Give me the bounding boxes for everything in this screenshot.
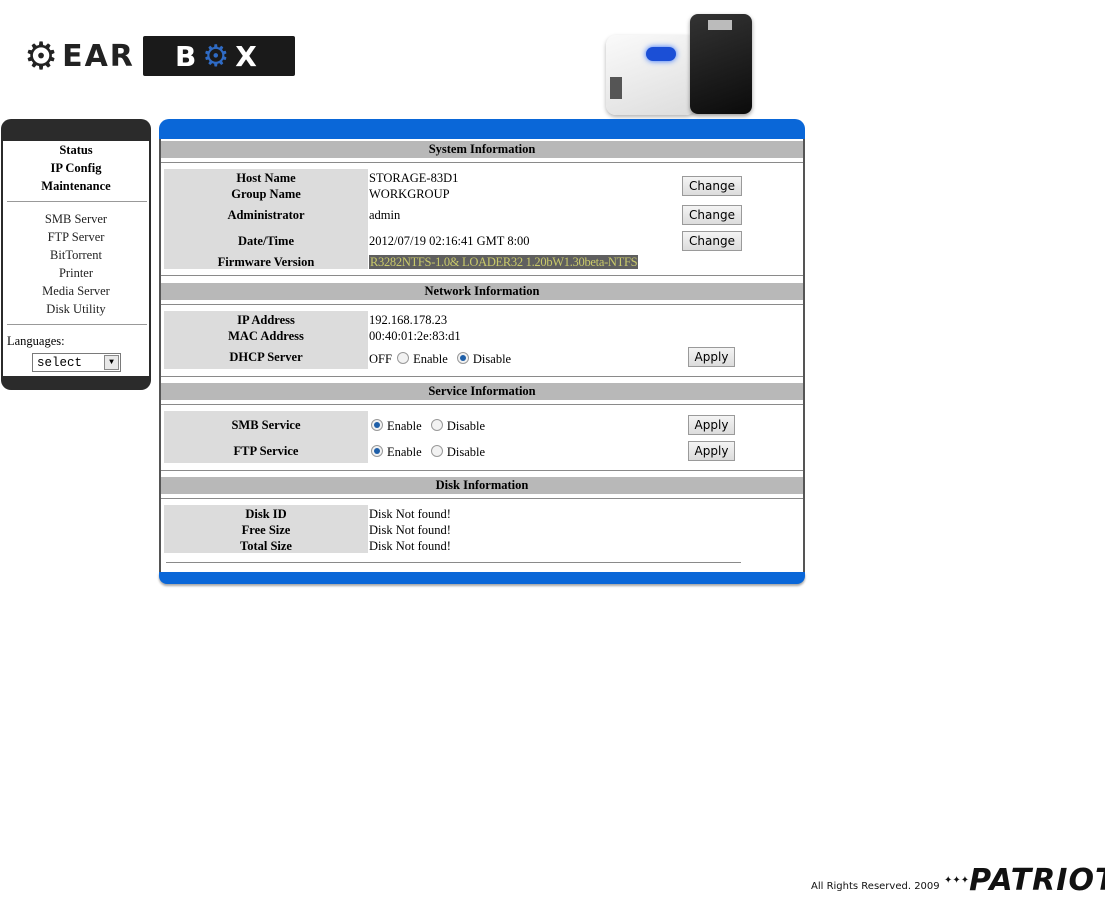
blue-gear-icon: ⚙ (202, 38, 236, 74)
language-select[interactable]: select ▼ (32, 353, 121, 372)
dhcp-disable-label: Disable (472, 352, 512, 366)
host-name-value: STORAGE-83D1 (369, 171, 459, 185)
ftp-disable-label: Disable (446, 445, 486, 459)
mac-address-value: 00:40:01:2e:83:d1 (369, 329, 461, 343)
sidebar-item-maintenance[interactable]: Maintenance (3, 178, 149, 194)
datetime-value: 2012/07/19 02:16:41 GMT 8:00 (369, 234, 530, 248)
patriot-brand-text: PATRIOT (969, 863, 1105, 898)
panel-header-bar (159, 119, 805, 139)
footer-divider (166, 562, 741, 563)
total-size-value: Disk Not found! (369, 539, 451, 553)
firmware-value-wrap: R3282NTFS-1.0& LOADER32 1.20bW1.30beta-N… (369, 254, 639, 270)
product-white-device (606, 35, 696, 115)
smb-enable-label: Enable (387, 419, 422, 433)
smb-enable-radio[interactable] (371, 419, 383, 431)
section-divider (161, 376, 803, 377)
section-divider (161, 275, 803, 276)
sidebar-item-disk-utility[interactable]: Disk Utility (3, 301, 149, 317)
administrator-value: admin (369, 208, 401, 222)
section-divider (161, 498, 803, 499)
sidebar-nav: Status IP Config Maintenance SMB Server … (1, 141, 151, 376)
sidebar-item-bittorrent[interactable]: BitTorrent (3, 247, 149, 263)
free-size-value: Disk Not found! (369, 523, 451, 537)
copyright-text: All Rights Reserved. 2009 (811, 881, 940, 892)
usb-port (610, 77, 622, 99)
logo-text-ear: EAR (62, 38, 135, 74)
free-size-label: Free Size (241, 523, 291, 537)
logo-box-word: B ⚙ X (142, 36, 295, 76)
stars-icon: ✦✦✦ (944, 875, 970, 886)
firmware-label: Firmware Version (217, 255, 315, 269)
change-admin-button[interactable]: Change (682, 205, 742, 225)
product-black-device (690, 14, 752, 114)
logo-gear-word: ⚙ EAR (24, 35, 135, 77)
datetime-label: Date/Time (237, 234, 294, 248)
product-image (602, 10, 754, 115)
firmware-value: R3282NTFS-1.0& LOADER32 1.20bW1.30beta-N… (369, 255, 639, 269)
smb-disable-radio[interactable] (430, 419, 443, 431)
group-name-value: WORKGROUP (369, 187, 450, 201)
dhcp-server-label: DHCP Server (229, 350, 303, 364)
ftp-service-controls: Enable Disable (369, 444, 489, 460)
gear-icon: ⚙ (24, 34, 61, 78)
language-select-value: select (37, 356, 83, 370)
gearbox-logo: ⚙ EAR B ⚙ X (24, 35, 295, 77)
dhcp-enable-radio[interactable] (397, 352, 410, 364)
host-name-label: Host Name (236, 171, 296, 185)
disk-id-label: Disk ID (245, 507, 287, 521)
group-name-label: Group Name (231, 187, 301, 201)
dhcp-status: OFF (369, 352, 392, 366)
logo-text-x: X (235, 39, 263, 73)
chevron-down-icon[interactable]: ▼ (104, 355, 119, 370)
disk-id-value: Disk Not found! (369, 507, 451, 521)
patriot-logo: ✦✦✦PATRIOT (944, 866, 1105, 896)
section-divider (161, 404, 803, 405)
sidebar-footer-bar (1, 376, 151, 390)
smb-service-label: SMB Service (231, 418, 301, 432)
ip-address-label: IP Address (237, 313, 295, 327)
apply-dhcp-button[interactable]: Apply (688, 347, 735, 367)
panel-body: System Information Host Name STORAGE-83D… (159, 139, 805, 572)
led-indicator (646, 47, 676, 61)
change-host-button[interactable]: Change (682, 176, 742, 196)
ftp-service-label: FTP Service (233, 444, 299, 458)
smb-service-controls: Enable Disable (369, 418, 489, 434)
sidebar-item-media-server[interactable]: Media Server (3, 283, 149, 299)
sidebar-item-status[interactable]: Status (3, 142, 149, 158)
usb-port (708, 20, 732, 30)
ftp-enable-label: Enable (387, 445, 422, 459)
sidebar-item-printer[interactable]: Printer (3, 265, 149, 281)
sidebar-divider (7, 324, 147, 325)
dhcp-enable-label: Enable (413, 352, 448, 366)
status-panel: System Information Host Name STORAGE-83D… (159, 119, 805, 586)
smb-disable-label: Disable (446, 419, 486, 433)
dhcp-server-controls: OFF Enable Disable (369, 351, 515, 367)
sidebar-header-bar (1, 119, 151, 141)
ip-address-value: 192.168.178.23 (369, 313, 448, 327)
change-datetime-button[interactable]: Change (682, 231, 742, 251)
sidebar: Status IP Config Maintenance SMB Server … (1, 119, 151, 390)
logo-text-b: B (174, 39, 203, 73)
panel-footer-bar (159, 572, 805, 584)
total-size-label: Total Size (240, 539, 292, 553)
section-divider (161, 304, 803, 305)
languages-label: Languages: (7, 334, 65, 348)
sidebar-divider (7, 201, 147, 202)
mac-address-label: MAC Address (228, 329, 304, 343)
section-divider (161, 470, 803, 471)
sidebar-item-ip-config[interactable]: IP Config (3, 160, 149, 176)
dhcp-disable-radio[interactable] (456, 352, 469, 364)
sidebar-item-smb-server[interactable]: SMB Server (3, 211, 149, 227)
administrator-label: Administrator (227, 208, 305, 222)
ftp-enable-radio[interactable] (371, 445, 383, 457)
sidebar-item-ftp-server[interactable]: FTP Server (3, 229, 149, 245)
apply-ftp-button[interactable]: Apply (688, 441, 735, 461)
ftp-disable-radio[interactable] (430, 445, 443, 457)
apply-smb-button[interactable]: Apply (688, 415, 735, 435)
section-divider (161, 162, 803, 163)
